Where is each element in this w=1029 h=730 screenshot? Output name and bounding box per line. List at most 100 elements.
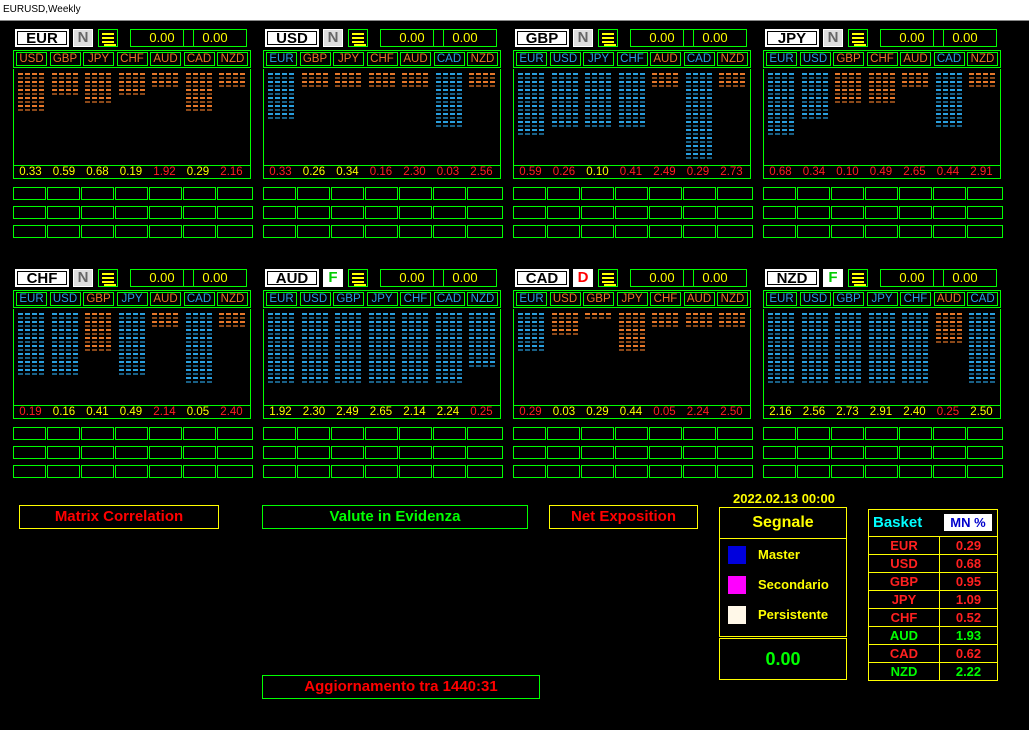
tab-gbp[interactable]: GBP — [583, 292, 614, 306]
bar-segment — [435, 333, 462, 335]
tab-chf[interactable]: CHF — [400, 292, 431, 306]
tab-usd[interactable]: USD — [799, 292, 831, 306]
tab-chf[interactable]: CHF — [900, 292, 931, 306]
tab-chf[interactable]: CHF — [616, 52, 648, 66]
matrix-correlation-button[interactable]: Matrix Correlation — [19, 505, 219, 529]
bar-segment — [768, 121, 794, 123]
tab-aud[interactable]: AUD — [683, 292, 715, 306]
valute-evidenza-button[interactable]: Valute in Evidenza — [262, 505, 528, 529]
tab-usd[interactable]: USD — [49, 292, 81, 306]
bar-segment — [618, 117, 645, 119]
tab-cad[interactable]: CAD — [683, 52, 715, 66]
tab-cad[interactable]: CAD — [433, 292, 465, 306]
tab-aud[interactable]: AUD — [150, 292, 181, 306]
empty-cell — [865, 206, 898, 219]
correlation-value: 2.49 — [653, 166, 676, 178]
currency-name[interactable]: CHF — [15, 269, 69, 287]
tab-usd[interactable]: USD — [16, 52, 47, 66]
tab-aud[interactable]: AUD — [150, 52, 181, 66]
tab-gbp[interactable]: GBP — [833, 292, 864, 306]
bars-icon[interactable] — [98, 29, 118, 47]
bars-icon[interactable] — [348, 29, 368, 47]
currency-name[interactable]: USD — [265, 29, 319, 47]
currency-name[interactable]: JPY — [765, 29, 819, 47]
tab-gbp[interactable]: GBP — [83, 292, 114, 306]
tab-eur[interactable]: EUR — [266, 52, 297, 66]
tab-cad[interactable]: CAD — [183, 292, 215, 306]
basket-mode[interactable]: MN % — [944, 514, 992, 531]
tab-cad[interactable]: CAD — [433, 52, 465, 66]
tab-jpy[interactable]: JPY — [366, 292, 398, 306]
bar-segment — [368, 317, 395, 319]
empty-cell — [683, 427, 716, 440]
net-exposition-button[interactable]: Net Exposition — [549, 505, 698, 529]
window-title: EURUSD,Weekly — [3, 4, 81, 15]
bars-icon[interactable] — [98, 269, 118, 287]
tab-eur[interactable]: EUR — [766, 52, 797, 66]
tab-jpy[interactable]: JPY — [583, 52, 614, 66]
tab-chf[interactable]: CHF — [866, 52, 898, 66]
tab-aud[interactable]: AUD — [650, 52, 681, 66]
tab-jpy[interactable]: JPY — [616, 292, 648, 306]
bar-segment — [518, 133, 544, 135]
currency-name[interactable]: CAD — [515, 269, 569, 287]
currency-name[interactable]: EUR — [15, 29, 69, 47]
tab-nzd[interactable]: NZD — [967, 52, 998, 66]
bar-segment — [301, 349, 328, 351]
tab-jpy[interactable]: JPY — [116, 292, 148, 306]
tab-chf[interactable]: CHF — [366, 52, 398, 66]
bar-segment — [85, 89, 111, 91]
tab-gbp[interactable]: GBP — [333, 292, 364, 306]
tab-cad[interactable]: CAD — [933, 52, 965, 66]
tab-gbp[interactable]: GBP — [833, 52, 864, 66]
currency-name[interactable]: GBP — [515, 29, 569, 47]
tab-nzd[interactable]: NZD — [467, 52, 498, 66]
tab-aud[interactable]: AUD — [900, 52, 931, 66]
bars-icon[interactable] — [598, 269, 618, 287]
tab-eur[interactable]: EUR — [516, 292, 547, 306]
bars-icon[interactable] — [848, 29, 868, 47]
bar-segment — [51, 373, 78, 375]
tab-chf[interactable]: CHF — [650, 292, 681, 306]
bars-icon[interactable] — [348, 269, 368, 287]
tab-cad[interactable]: CAD — [183, 52, 215, 66]
tab-jpy[interactable]: JPY — [866, 292, 898, 306]
pair-tabs: EUR USD GBP JPY CHF CAD NZD — [263, 290, 501, 308]
tab-eur[interactable]: EUR — [16, 292, 47, 306]
tab-usd[interactable]: USD — [549, 292, 581, 306]
tab-nzd[interactable]: NZD — [217, 52, 248, 66]
currency-name[interactable]: NZD — [765, 269, 819, 287]
empty-cell — [547, 225, 580, 238]
bar-segment — [902, 353, 928, 355]
tab-jpy[interactable]: JPY — [333, 52, 364, 66]
tab-usd[interactable]: USD — [299, 292, 331, 306]
tab-nzd[interactable]: NZD — [717, 292, 748, 306]
tab-eur[interactable]: EUR — [266, 292, 297, 306]
tab-cad[interactable]: CAD — [967, 292, 998, 306]
tab-eur[interactable]: EUR — [766, 292, 797, 306]
tab-nzd[interactable]: NZD — [467, 292, 498, 306]
tab-aud[interactable]: AUD — [933, 292, 965, 306]
tab-aud[interactable]: AUD — [400, 52, 431, 66]
correlation-value: 0.29 — [686, 166, 710, 178]
bar-segment — [268, 377, 294, 379]
tab-chf[interactable]: CHF — [116, 52, 148, 66]
tab-usd[interactable]: USD — [549, 52, 581, 66]
correlation-value: 0.68 — [86, 166, 109, 178]
bar-segment — [402, 381, 428, 383]
bars-icon[interactable] — [598, 29, 618, 47]
bar-segment — [435, 77, 462, 79]
tab-nzd[interactable]: NZD — [217, 292, 248, 306]
tab-usd[interactable]: USD — [799, 52, 831, 66]
bar-segment — [301, 373, 328, 375]
tab-gbp[interactable]: GBP — [299, 52, 331, 66]
tab-eur[interactable]: EUR — [516, 52, 547, 66]
empty-row — [263, 206, 503, 219]
bar-segment — [585, 313, 611, 315]
empty-cell — [365, 427, 398, 440]
tab-jpy[interactable]: JPY — [83, 52, 114, 66]
tab-nzd[interactable]: NZD — [717, 52, 748, 66]
tab-gbp[interactable]: GBP — [49, 52, 81, 66]
currency-name[interactable]: AUD — [265, 269, 319, 287]
bars-icon[interactable] — [848, 269, 868, 287]
